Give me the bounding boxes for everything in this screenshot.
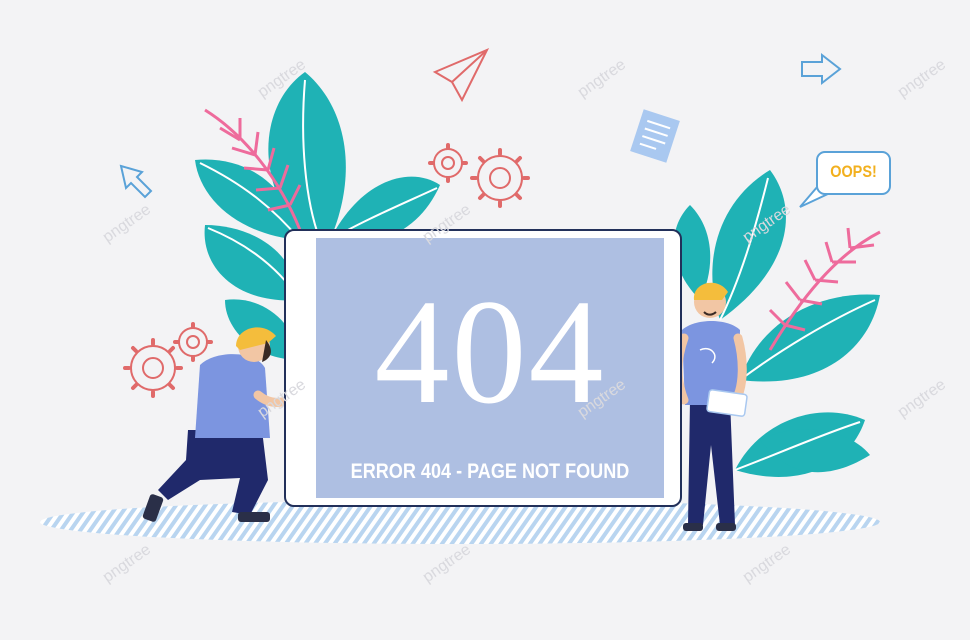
- speech-bubble-text: OOPS!: [830, 162, 877, 181]
- error-code: 404: [374, 269, 606, 435]
- paper-plane-icon: [432, 48, 490, 103]
- arrow-icon: [119, 164, 153, 199]
- arrow-icon: [801, 52, 842, 86]
- worker-standing: [673, 282, 748, 531]
- error-message: ERROR 404 - PAGE NOT FOUND: [350, 460, 630, 483]
- document-icon: [630, 109, 680, 163]
- error-404-illustration: 404 ERROR 404 - PAGE NOT FOUND OOPS! png…: [0, 0, 970, 640]
